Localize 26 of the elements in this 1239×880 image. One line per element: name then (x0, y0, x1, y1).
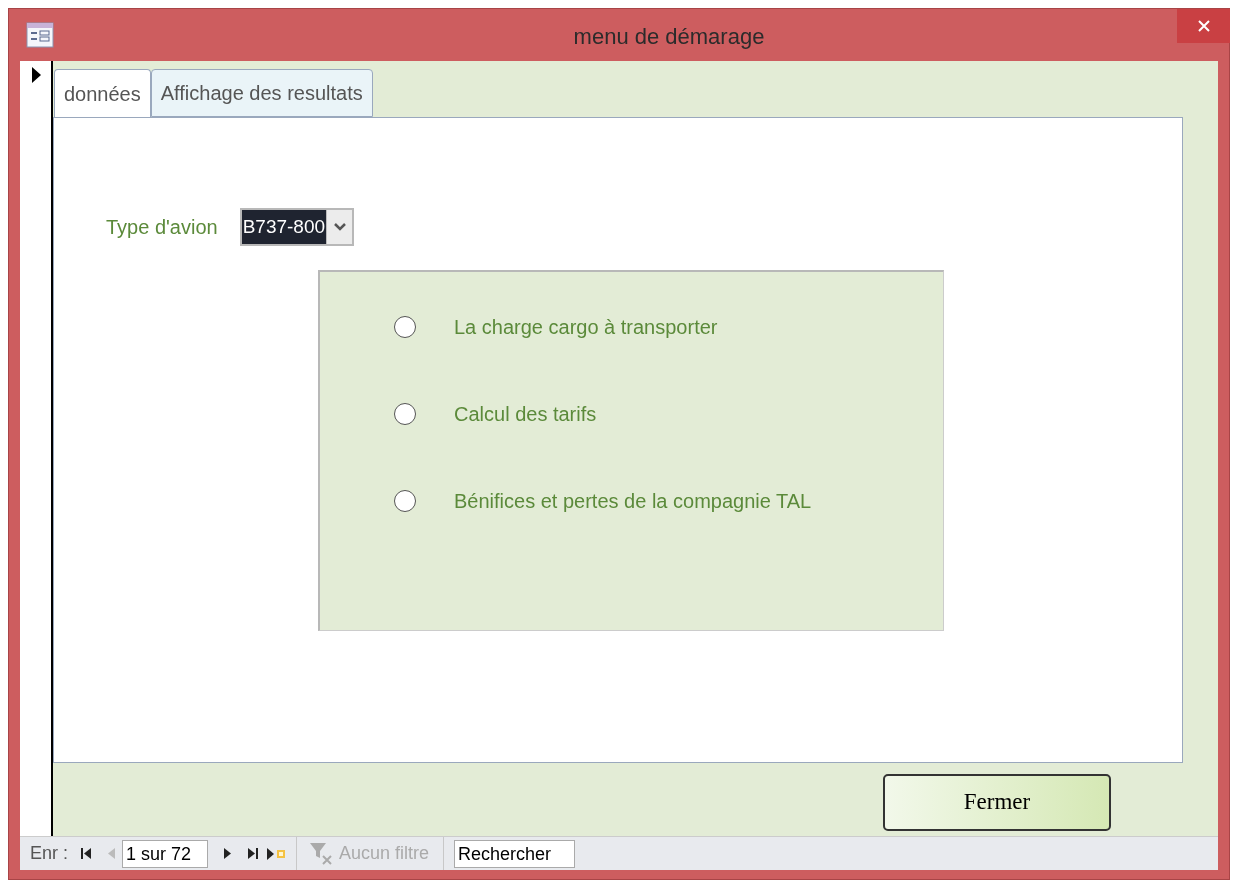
last-record-icon (248, 848, 258, 859)
window-title: menu de démarage (572, 23, 766, 51)
new-record-icon (267, 847, 287, 860)
radio-button[interactable] (394, 403, 416, 425)
radio-button[interactable] (394, 490, 416, 512)
record-selector[interactable] (20, 61, 53, 836)
form-icon (26, 22, 54, 48)
next-record-icon (223, 848, 231, 859)
tab[interactable]: données (54, 69, 151, 118)
chevron-down-icon (333, 223, 346, 231)
search-field[interactable]: Rechercher (454, 839, 576, 868)
close-form-button[interactable]: Fermer (883, 774, 1111, 831)
option-label: La charge cargo à transporter (454, 315, 718, 340)
close-icon (1197, 20, 1210, 32)
aircraft-type-dropdown[interactable]: B737-800 (239, 208, 355, 246)
tab[interactable]: Affichage des resultats (150, 69, 373, 117)
current-record-icon (30, 67, 41, 83)
first-record-icon (81, 848, 91, 859)
option-label: Bénifices et pertes de la compagnie TAL (454, 489, 812, 514)
filter-clear-icon (309, 841, 335, 866)
aircraft-type-label: Type d'avion (106, 215, 218, 240)
record-label: Enr : (30, 842, 68, 865)
close-button[interactable] (1177, 9, 1230, 43)
record-position-field[interactable]: 1 sur 72 (122, 839, 208, 868)
radio-button[interactable] (394, 316, 416, 338)
option-label: Calcul des tarifs (454, 402, 597, 427)
